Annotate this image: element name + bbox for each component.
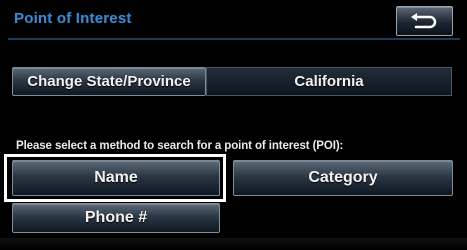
screen-bottom-edge: [0, 238, 467, 250]
name-search-button[interactable]: Name: [12, 160, 220, 196]
instruction-text: Please select a method to search for a p…: [16, 140, 344, 152]
phone-search-button[interactable]: Phone #: [12, 203, 220, 233]
page-title: Point of Interest: [14, 10, 132, 27]
poi-screen: Point of Interest Change State/Province …: [0, 0, 467, 250]
category-search-button[interactable]: Category: [233, 160, 453, 196]
return-arrow-icon: [411, 13, 437, 29]
title-divider: [8, 38, 460, 40]
back-button[interactable]: [396, 6, 453, 36]
change-state-button[interactable]: Change State/Province: [12, 67, 206, 96]
state-value-field: California: [206, 67, 452, 96]
